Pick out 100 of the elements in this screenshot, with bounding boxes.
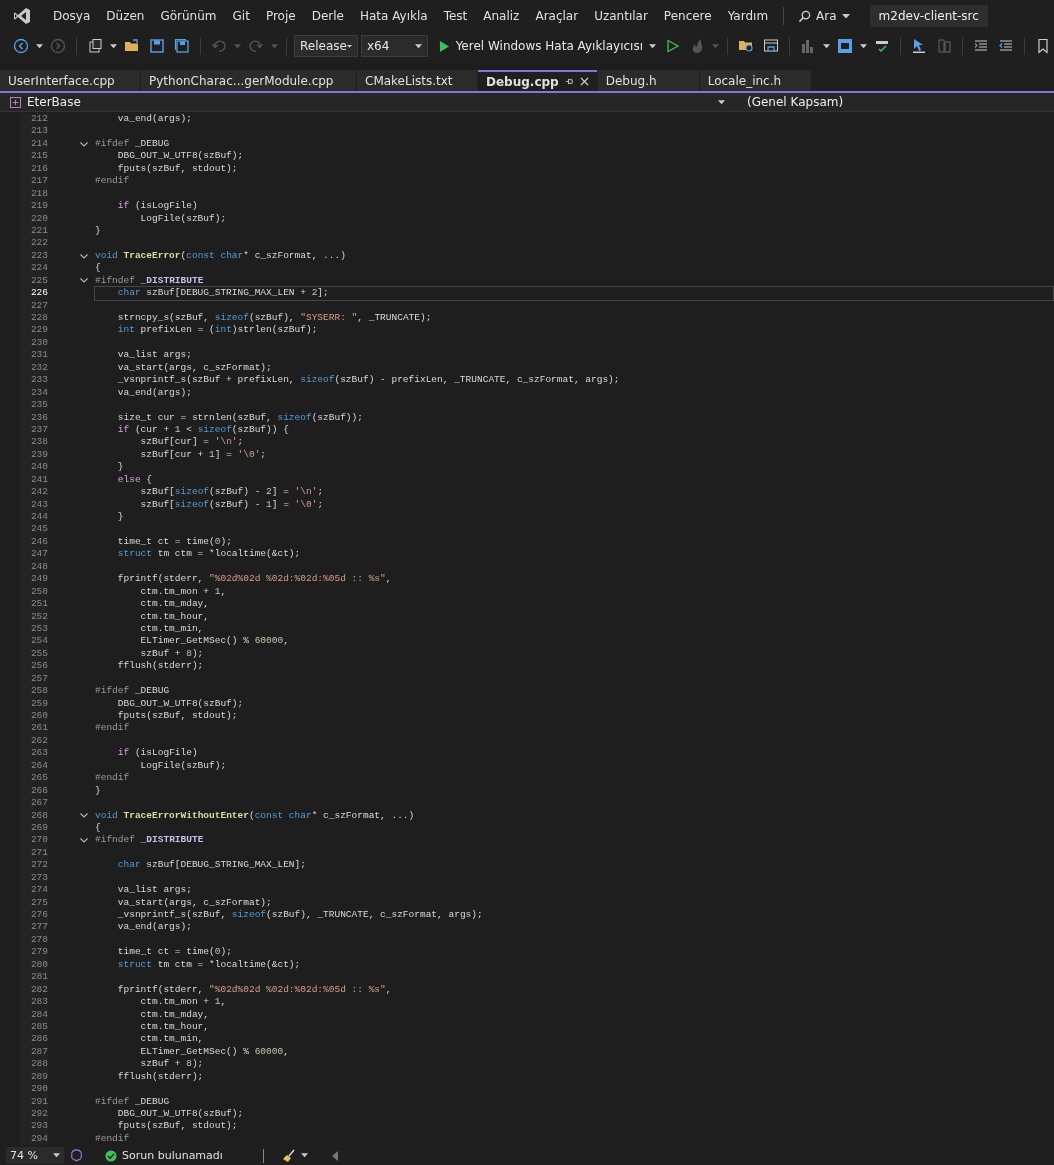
code-line: void TraceErrorWithoutEnter(const char* c_szFormat, ...): [95, 809, 415, 822]
menu-item[interactable]: Git: [225, 9, 257, 23]
format-icon[interactable]: [837, 38, 853, 54]
bookmark-icon[interactable]: [1035, 38, 1051, 54]
code-line: #endif: [95, 772, 130, 785]
zoom-dropdown[interactable]: 74 %: [6, 1147, 64, 1164]
line-number: 233: [20, 374, 48, 387]
code-line: fflush(stderr);: [116, 660, 204, 673]
platform-dropdown[interactable]: x64: [361, 35, 428, 57]
fold-chevron-icon[interactable]: [80, 838, 88, 844]
menu-item[interactable]: Derle: [304, 9, 351, 23]
line-number: 260: [20, 710, 48, 723]
folder-search-icon[interactable]: [738, 38, 754, 54]
code-line: struct tm ctm = *localtime(&ct);: [116, 548, 301, 561]
back-icon[interactable]: [13, 38, 29, 54]
menu-item[interactable]: Pencere: [656, 9, 719, 23]
caret-icon[interactable]: [36, 43, 43, 49]
menu-item[interactable]: Hata Ayıkla: [352, 9, 435, 23]
code-line: strncpy_s(szBuf, sizeof(szBuf), "SYSERR: ", _TRUNCATE);: [116, 312, 432, 325]
code-line: #ifndef _DISTRIBUTE: [95, 274, 204, 288]
save-icon[interactable]: [149, 38, 165, 54]
code-line: DBG_OUT_W_UTF8(szBuf);: [116, 1108, 244, 1121]
code-line: #ifdef _DEBUG: [95, 685, 170, 698]
line-number: 222: [20, 237, 48, 250]
new-project-icon[interactable]: [87, 38, 103, 54]
fold-chevron-icon[interactable]: [80, 253, 88, 259]
close-icon[interactable]: [579, 77, 589, 86]
file-tab[interactable]: Debug.cpp: [478, 70, 597, 91]
line-number: 283: [20, 996, 48, 1009]
menu-item[interactable]: Düzen: [99, 9, 152, 23]
caret-icon: [414, 43, 422, 49]
pin-icon[interactable]: [564, 77, 574, 86]
file-tab[interactable]: Locale_inc.h: [699, 70, 811, 91]
issues-status[interactable]: Sorun bulunamadı: [105, 1149, 223, 1162]
broom-icon[interactable]: [281, 1148, 296, 1163]
file-tab[interactable]: CMakeLists.txt: [357, 70, 477, 91]
line-number: 231: [20, 349, 48, 362]
line-number: 267: [20, 797, 48, 810]
code-line: fflush(stderr);: [116, 1070, 204, 1084]
code-line: }: [116, 511, 124, 524]
cursor-icon[interactable]: [911, 38, 927, 54]
code-line: if (isLogFile): [116, 200, 198, 213]
fold-chevron-icon[interactable]: [80, 278, 88, 284]
fold-chevron-icon[interactable]: [80, 813, 88, 819]
menu-item[interactable]: Dosya: [46, 9, 98, 23]
indent-icon[interactable]: [973, 38, 989, 54]
code-line: szBuf + 8);: [139, 1058, 204, 1071]
folder-icon[interactable]: [124, 38, 140, 54]
outdent-icon[interactable]: [998, 38, 1014, 54]
line-number: 265: [20, 772, 48, 785]
line-number: 247: [20, 548, 48, 561]
line-number: 290: [20, 1083, 48, 1096]
caret-icon[interactable]: [860, 43, 867, 49]
menu-item[interactable]: Yardım: [720, 9, 776, 23]
play-icon[interactable]: [666, 39, 680, 53]
code-line: szBuf[sizeof(szBuf) - 1] = '\0';: [139, 498, 324, 511]
line-number: 229: [20, 324, 48, 337]
menu-item[interactable]: Araçlar: [528, 9, 586, 23]
code-line: int prefixLen = (int)strlen(szBuf);: [116, 324, 318, 337]
solution-name: m2dev-client-src: [869, 5, 988, 27]
search-button[interactable]: Ara: [792, 9, 856, 23]
code-line: char szBuf[DEBUG_STRING_MAX_LEN];: [116, 859, 306, 872]
code-line: ctm.tm_mon + 1,: [139, 996, 227, 1009]
line-number: 288: [20, 1058, 48, 1071]
caret-icon[interactable]: [110, 43, 117, 49]
file-tab[interactable]: UserInterface.cpp: [0, 70, 140, 91]
chart-icon[interactable]: [800, 38, 816, 54]
line-number: 215: [20, 150, 48, 163]
menu-item[interactable]: Proje: [258, 9, 303, 23]
scope-dropdown[interactable]: (Genel Kapsam): [747, 95, 844, 109]
line-number: 272: [20, 859, 48, 872]
code-line: va_end(args);: [116, 113, 192, 126]
menu-item[interactable]: Görünüm: [153, 9, 224, 23]
code-line: LogFile(szBuf);: [139, 212, 227, 225]
code-line: szBuf[cur + 1] = '\0';: [139, 448, 267, 462]
code-line: }: [95, 224, 101, 238]
line-number: 240: [20, 461, 48, 474]
save-all-icon[interactable]: [174, 38, 190, 54]
code-line: char szBuf[DEBUG_STRING_MAX_LEN + 2];: [95, 287, 1053, 300]
code-line: if (cur + 1 < sizeof(szBuf)) {: [116, 423, 289, 437]
file-tab[interactable]: Debug.h: [597, 70, 699, 91]
line-number: 213: [20, 125, 48, 138]
configuration-dropdown[interactable]: Release: [294, 35, 358, 57]
code-line: ctm.tm_min,: [139, 1033, 204, 1046]
code-line: #ifndef _DISTRIBUTE: [95, 834, 204, 847]
home-window-icon[interactable]: [763, 38, 779, 54]
start-debugging-button[interactable]: Yerel Windows Hata Ayıklayıcısı: [430, 39, 660, 53]
file-tab[interactable]: PythonCharac...gerModule.cpp: [141, 70, 356, 91]
caret-icon[interactable]: [300, 1153, 308, 1158]
fold-chevron-icon[interactable]: [80, 141, 88, 147]
code-line: fputs(szBuf, stdout);: [116, 162, 238, 176]
menu-item[interactable]: Analiz: [476, 9, 527, 23]
caret-icon[interactable]: [823, 43, 830, 49]
code-line: va_list args;: [116, 349, 192, 362]
code-line: szBuf[cur] = '\n';: [139, 436, 244, 449]
spellcheck-icon[interactable]: [874, 38, 890, 54]
caret-icon: [649, 43, 656, 49]
scroll-left-icon[interactable]: [331, 1150, 338, 1161]
menu-item[interactable]: Uzantılar: [587, 9, 655, 23]
menu-item[interactable]: Test: [436, 9, 475, 23]
